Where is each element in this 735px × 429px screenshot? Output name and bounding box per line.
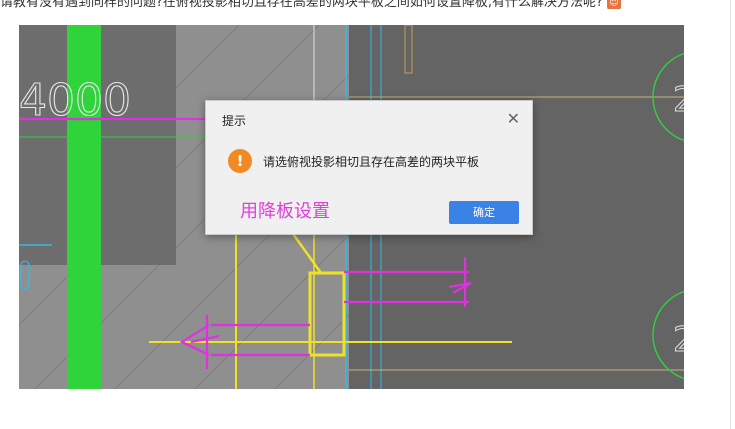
close-icon[interactable]: ✕ (507, 109, 520, 128)
post-text: 请教有没有遇到同样的问题?在俯视投影相切且存在高差的两块平板之间如何设置降板,有… (0, 0, 603, 9)
warning-icon: ! (228, 149, 252, 173)
label-right-bottom: 2 (673, 320, 684, 360)
post-text-line: 请教有没有遇到同样的问题?在俯视投影相切且存在高差的两块平板之间如何设置降板,有… (0, 0, 735, 9)
annotation-text: 用降板设置 (240, 201, 330, 222)
label-right-top: 2 (673, 80, 684, 120)
emoji-icon: ☺ (606, 0, 621, 9)
dialog-title: 提示 (222, 114, 247, 128)
page-divider (730, 0, 731, 429)
ok-button[interactable]: 确定 (449, 201, 519, 224)
dialog-message: 请选俯视投影相切且存在高差的两块平板 (263, 155, 480, 169)
